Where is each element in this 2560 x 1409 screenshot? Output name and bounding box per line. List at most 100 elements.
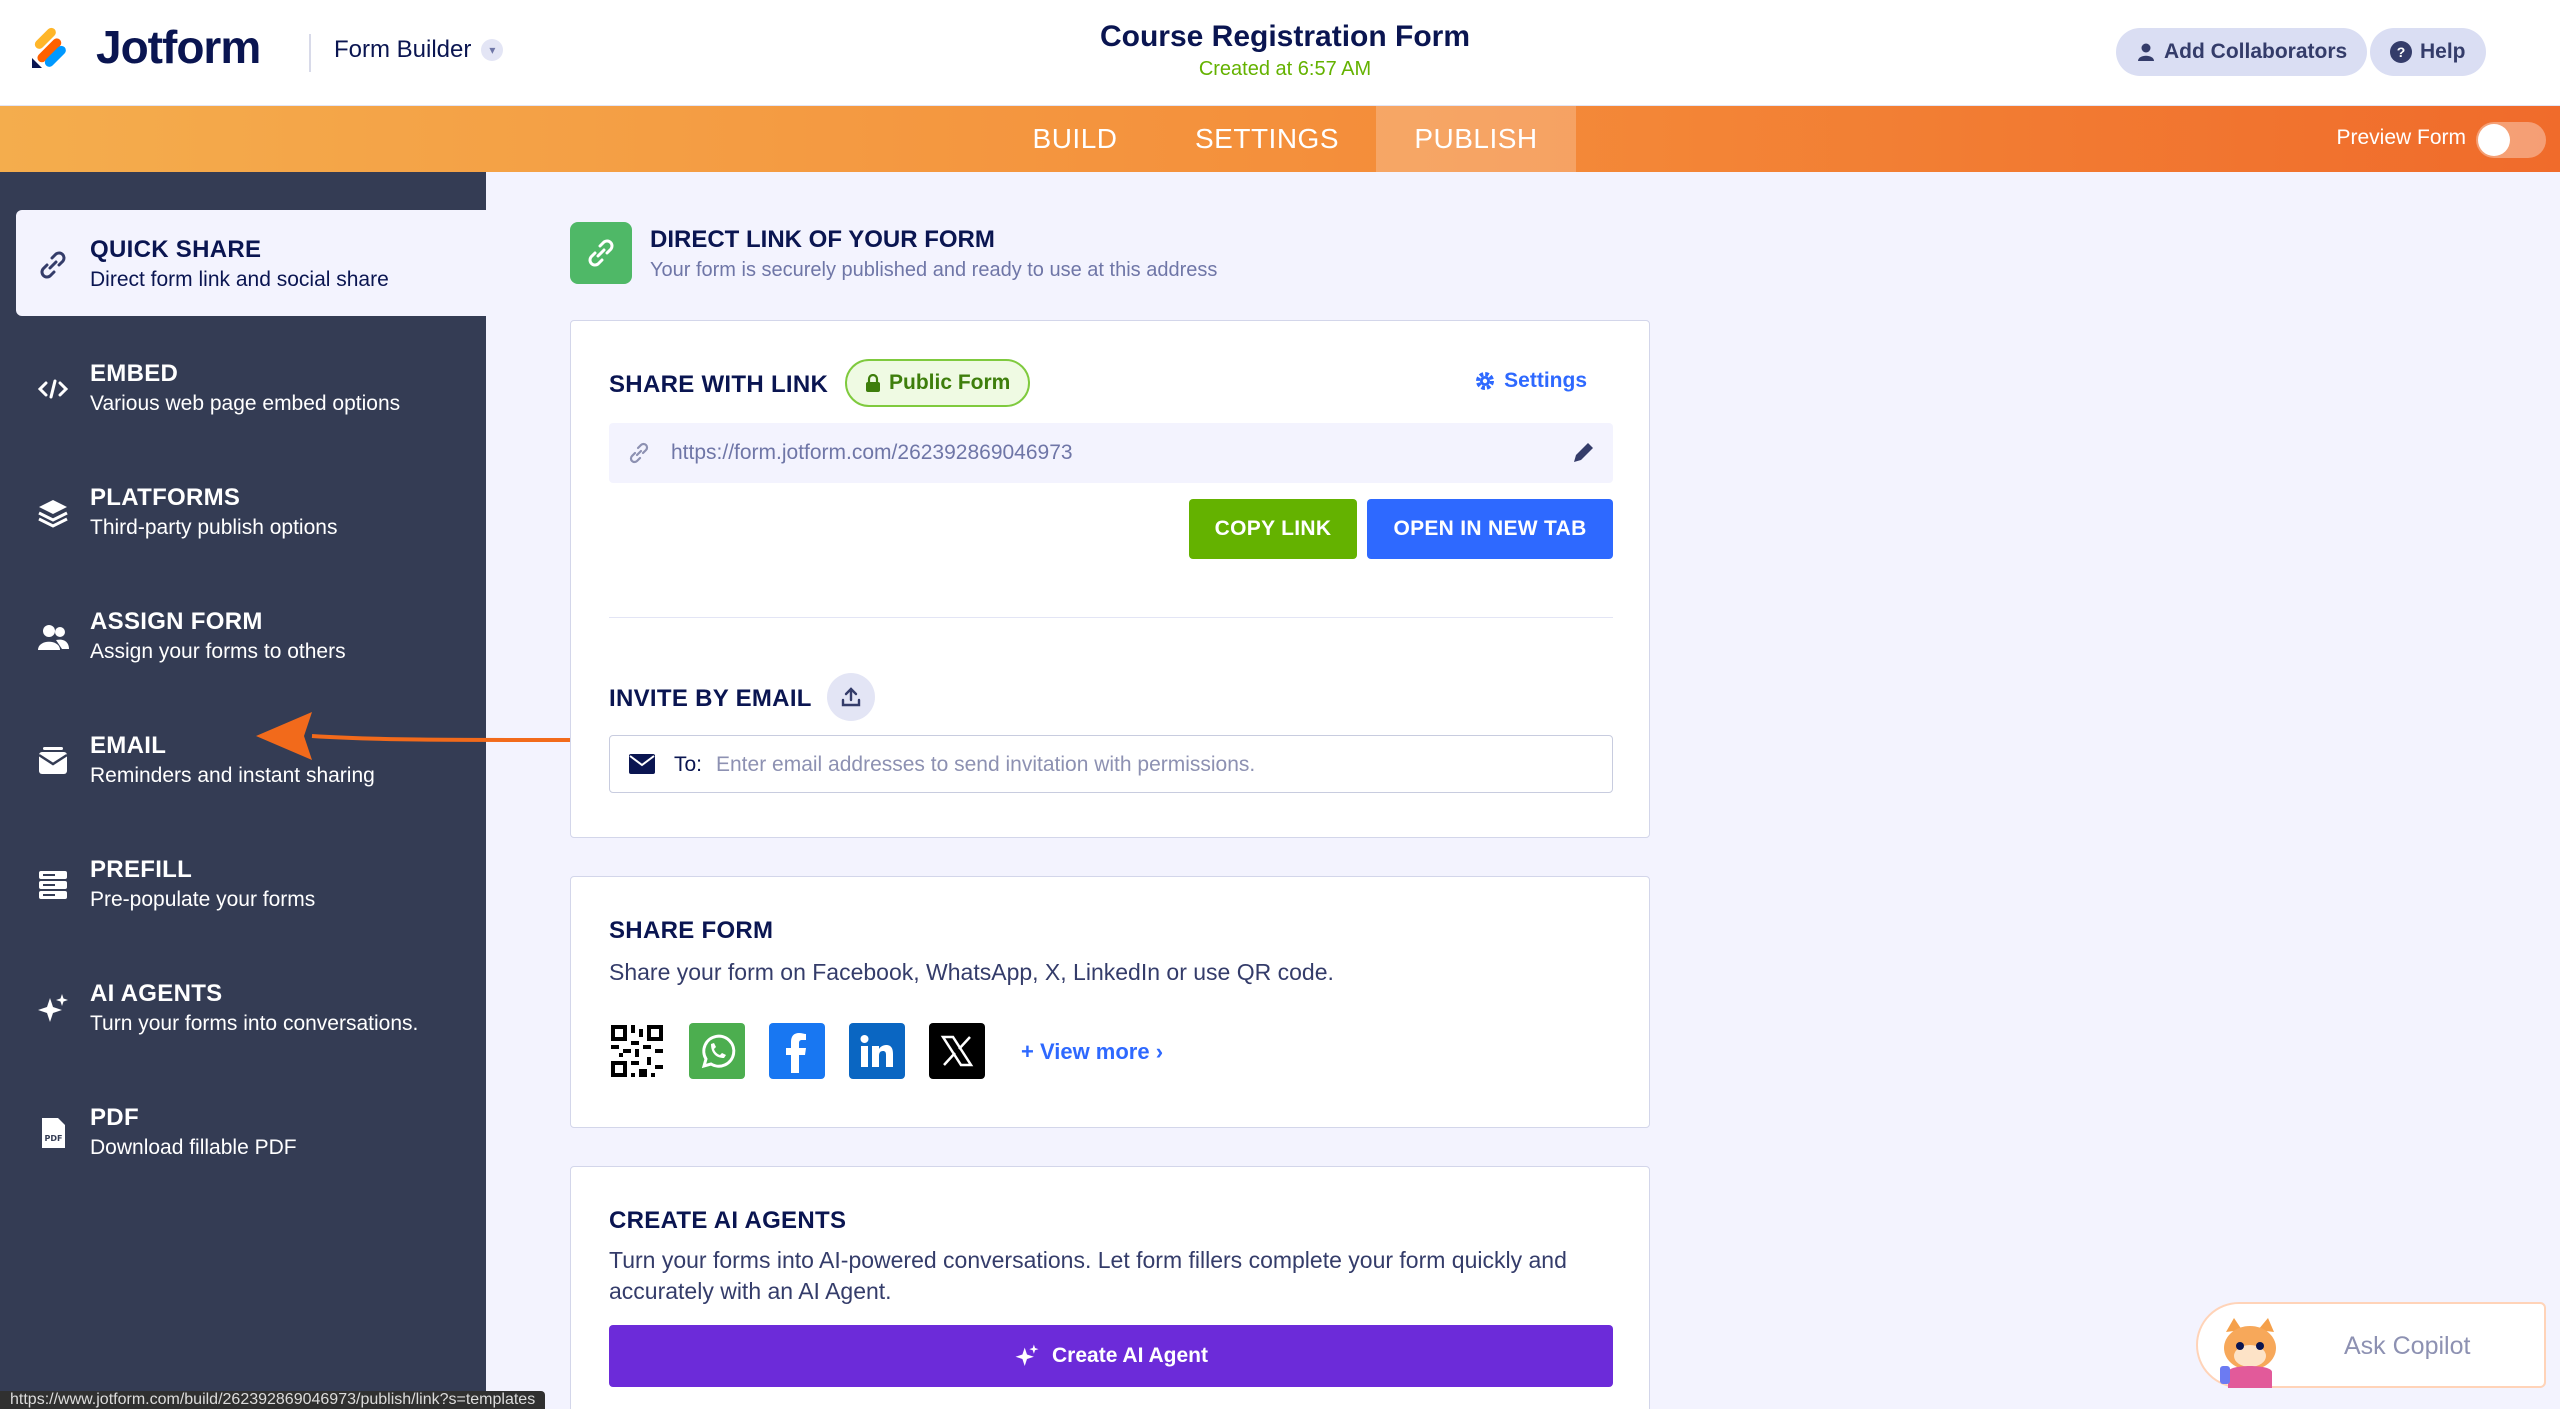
sidebar-item-title: EMAIL (90, 732, 167, 759)
tab-settings[interactable]: SETTINGS (1182, 106, 1352, 172)
builder-nav-bar: BUILD SETTINGS PUBLISH Preview Form (0, 106, 2560, 172)
linkedin-share-button[interactable] (849, 1023, 905, 1079)
sidebar-item-desc: Various web page embed options (90, 392, 401, 415)
share-form-desc: Share your form on Facebook, WhatsApp, X… (609, 959, 1334, 985)
help-button[interactable]: ? Help (2370, 28, 2486, 76)
help-label: Help (2420, 40, 2466, 63)
users-icon (38, 625, 69, 650)
edit-pencil-icon[interactable] (1569, 439, 1597, 467)
create-ai-agent-button[interactable]: Create AI Agent (609, 1325, 1613, 1387)
sparkle-icon (38, 994, 68, 1022)
sidebar-item-title: EMBED (90, 360, 179, 387)
invite-email-input[interactable]: To: Enter email addresses to send invita… (609, 735, 1613, 793)
ask-copilot-label: Ask Copilot (2344, 1332, 2471, 1360)
sidebar-item-title: QUICK SHARE (90, 236, 262, 263)
sidebar-item-desc: Download fillable PDF (90, 1136, 297, 1159)
browser-status-url: https://www.jotform.com/build/2623928690… (0, 1391, 546, 1409)
public-form-badge[interactable]: Public Form (845, 359, 1031, 407)
preview-form-label: Preview Form (2336, 126, 2466, 149)
settings-label: Settings (1504, 369, 1587, 392)
preview-form-toggle[interactable] (2476, 122, 2546, 158)
link-settings-button[interactable]: Settings (1474, 369, 1587, 393)
sidebar-item-title: PREFILL (90, 856, 193, 883)
sidebar-item-ai-agents[interactable]: AI AGENTS Turn your forms into conversat… (16, 954, 486, 1060)
view-more-link[interactable]: + View more › (1021, 1039, 1163, 1065)
sidebar-item-desc: Assign your forms to others (90, 640, 346, 663)
form-title[interactable]: Course Registration Form (980, 20, 1590, 54)
sidebar-item-desc: Reminders and instant sharing (90, 764, 375, 787)
direct-link-icon (570, 222, 632, 284)
sidebar-item-title: ASSIGN FORM (90, 608, 263, 635)
sidebar-item-title: PLATFORMS (90, 484, 241, 511)
jotform-logo-icon[interactable] (28, 24, 76, 72)
annotation-arrow-icon (256, 712, 571, 760)
sidebar-item-title: PDF (90, 1104, 139, 1131)
publish-sidebar: QUICK SHARE Direct form link and social … (0, 172, 486, 1409)
invite-email-title: INVITE BY EMAIL (609, 685, 812, 712)
link-icon (40, 251, 66, 279)
qr-code-button[interactable] (609, 1023, 665, 1079)
sidebar-item-quick-share[interactable]: QUICK SHARE Direct form link and social … (16, 210, 486, 316)
facebook-icon (786, 1033, 806, 1073)
share-form-card: SHARE FORM Share your form on Facebook, … (570, 876, 1650, 1128)
brand-divider (309, 34, 311, 72)
form-url[interactable]: https://form.jotform.com/262392869046973 (671, 441, 1073, 465)
ask-copilot-button[interactable]: Ask Copilot (2196, 1302, 2546, 1388)
prefill-icon (39, 871, 67, 899)
form-title-block: Course Registration Form Created at 6:57… (980, 20, 1590, 81)
envelope-icon (629, 754, 655, 774)
tab-build[interactable]: BUILD (1030, 106, 1120, 172)
sidebar-item-assign-form[interactable]: ASSIGN FORM Assign your forms to others (16, 582, 486, 688)
x-twitter-icon (940, 1035, 974, 1067)
ai-agents-desc: Turn your forms into AI-powered conversa… (609, 1247, 1567, 1304)
email-placeholder: Enter email addresses to send invitation… (716, 753, 1256, 776)
user-icon (2138, 43, 2154, 61)
sidebar-item-platforms[interactable]: PLATFORMS Third-party publish options (16, 458, 486, 564)
sidebar-item-desc: Direct form link and social share (90, 268, 389, 291)
whatsapp-icon (701, 1034, 736, 1069)
upload-button[interactable] (827, 673, 875, 721)
email-inbox-icon (38, 747, 68, 774)
linkedin-icon (860, 1035, 893, 1067)
svg-text:PDF: PDF (45, 1134, 63, 1143)
layers-icon (38, 500, 68, 528)
form-builder-dropdown[interactable]: Form Builder ▾ (334, 36, 504, 64)
add-collaborators-button[interactable]: Add Collaborators (2116, 28, 2368, 76)
public-form-label: Public Form (889, 371, 1011, 394)
to-label: To: (674, 753, 703, 776)
sidebar-item-desc: Third-party publish options (90, 516, 338, 539)
whatsapp-share-button[interactable] (689, 1023, 745, 1079)
x-share-button[interactable] (929, 1023, 985, 1079)
copilot-avatar-icon (2220, 1318, 2276, 1388)
chevron-down-icon: ▾ (481, 39, 504, 61)
form-builder-label: Form Builder (334, 36, 472, 63)
ai-agents-title: CREATE AI AGENTS (609, 1207, 847, 1234)
copy-link-button[interactable]: COPY LINK (1189, 499, 1357, 559)
create-ai-agent-label: Create AI Agent (1052, 1344, 1208, 1367)
sidebar-item-desc: Turn your forms into conversations. (90, 1012, 419, 1035)
ai-agents-card: CREATE AI AGENTS Turn your forms into AI… (570, 1166, 1650, 1409)
facebook-share-button[interactable] (769, 1023, 825, 1079)
form-url-field[interactable]: https://form.jotform.com/262392869046973 (609, 423, 1613, 483)
sidebar-item-title: AI AGENTS (90, 980, 223, 1007)
section-subtitle: Your form is securely published and read… (650, 259, 1218, 281)
share-link-title: SHARE WITH LINK (609, 371, 829, 398)
share-link-card: SHARE WITH LINK Public Form Settings htt… (570, 320, 1650, 838)
section-title: DIRECT LINK OF YOUR FORM (650, 226, 995, 253)
link-icon (629, 442, 649, 464)
upload-icon (841, 687, 861, 707)
sidebar-item-prefill[interactable]: PREFILL Pre-populate your forms (16, 830, 486, 936)
top-header: Jotform Form Builder ▾ Course Registrati… (0, 0, 2560, 106)
sidebar-item-embed[interactable]: EMBED Various web page embed options (16, 334, 486, 440)
section-divider (609, 617, 1613, 618)
add-collaborators-label: Add Collaborators (2164, 40, 2348, 63)
toggle-knob (2478, 124, 2510, 156)
tab-publish[interactable]: PUBLISH (1376, 106, 1576, 172)
gear-icon (1476, 372, 1495, 390)
brand-name[interactable]: Jotform (96, 20, 261, 74)
lock-icon (866, 374, 880, 392)
open-new-tab-button[interactable]: OPEN IN NEW TAB (1367, 499, 1613, 559)
sparkle-icon (1015, 1344, 1039, 1366)
sidebar-item-desc: Pre-populate your forms (90, 888, 316, 911)
sidebar-item-pdf[interactable]: PDF PDF Download fillable PDF (16, 1078, 486, 1184)
